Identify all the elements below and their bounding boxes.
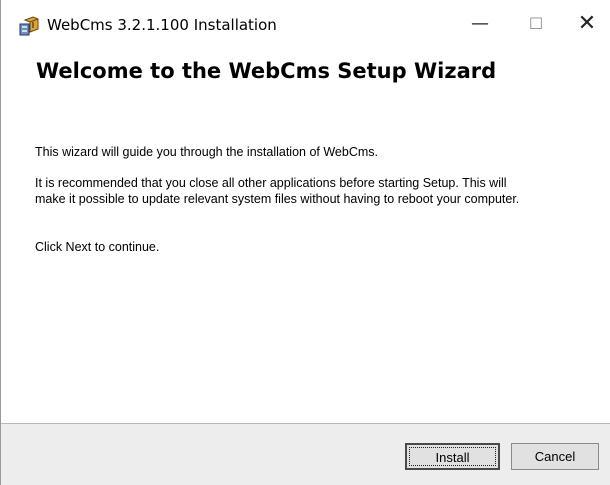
install-button-label: Install (435, 450, 470, 465)
minimize-button[interactable]: — (457, 0, 503, 48)
recommendation-text: It is recommended that you close all oth… (35, 176, 520, 206)
page-title: Welcome to the WebCms Setup Wizard (36, 59, 497, 83)
continue-instruction-text: Click Next to continue. (35, 240, 160, 254)
window-title: WebCms 3.2.1.100 Installation (47, 16, 277, 34)
close-button[interactable]: ✕ (564, 0, 610, 48)
installer-window: WebCms 3.2.1.100 Installation — ☐ ✕ Welc… (0, 0, 610, 485)
maximize-button[interactable]: ☐ (513, 0, 559, 48)
title-bar[interactable]: WebCms 3.2.1.100 Installation — ☐ ✕ (1, 0, 610, 48)
intro-text: This wizard will guide you through the i… (35, 145, 378, 159)
install-button[interactable]: Install (405, 443, 500, 470)
cancel-button[interactable]: Cancel (511, 443, 599, 470)
installer-package-icon (19, 16, 39, 36)
